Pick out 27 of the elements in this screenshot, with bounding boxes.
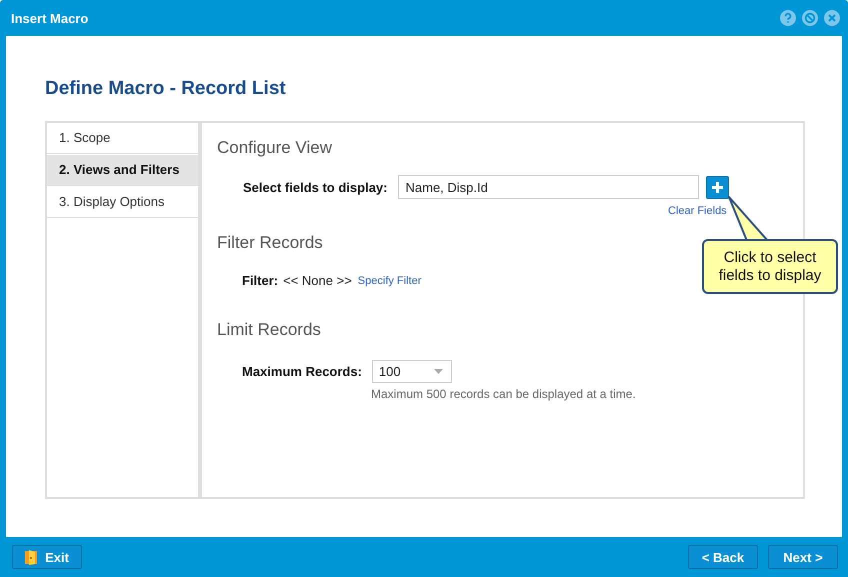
filter-value: << None >> xyxy=(283,273,352,288)
caret-icon xyxy=(434,369,443,374)
step-tab[interactable]: 3. Display Options xyxy=(47,187,198,218)
next-button[interactable]: Next > xyxy=(768,545,838,569)
window-title: Insert Macro xyxy=(11,10,90,26)
clear-fields-link[interactable]: Clear Fields xyxy=(668,205,727,217)
close-icon[interactable] xyxy=(824,10,840,26)
help-icon[interactable] xyxy=(780,10,796,26)
section-title: Configure View xyxy=(217,138,332,158)
page-heading: Define Macro - Record List xyxy=(45,78,287,100)
field-label: Maximum Records: xyxy=(242,364,362,379)
max-records-dropdown[interactable]: 100 xyxy=(372,360,452,383)
ban-icon[interactable] xyxy=(802,10,818,26)
hint-text: Maximum 500 records can be displayed at a time. xyxy=(371,387,637,401)
step-tab[interactable]: 2. Views and Filters xyxy=(47,155,198,186)
field-label: Select fields to display: xyxy=(243,180,388,194)
add-button[interactable] xyxy=(706,176,728,198)
specify-filter-link[interactable]: Specify Filter xyxy=(358,274,422,286)
plus-icon xyxy=(710,180,724,194)
fields-input[interactable]: Name, Disp.Id xyxy=(398,175,698,199)
section-title: Filter Records xyxy=(217,233,323,253)
door-icon xyxy=(25,550,38,564)
back-button[interactable]: < Back xyxy=(688,545,758,569)
section-title: Limit Records xyxy=(217,320,321,340)
field-label: Filter: xyxy=(242,273,278,288)
step-tab[interactable]: 1. Scope xyxy=(47,123,198,154)
exit-button[interactable]: Exit xyxy=(12,545,82,569)
